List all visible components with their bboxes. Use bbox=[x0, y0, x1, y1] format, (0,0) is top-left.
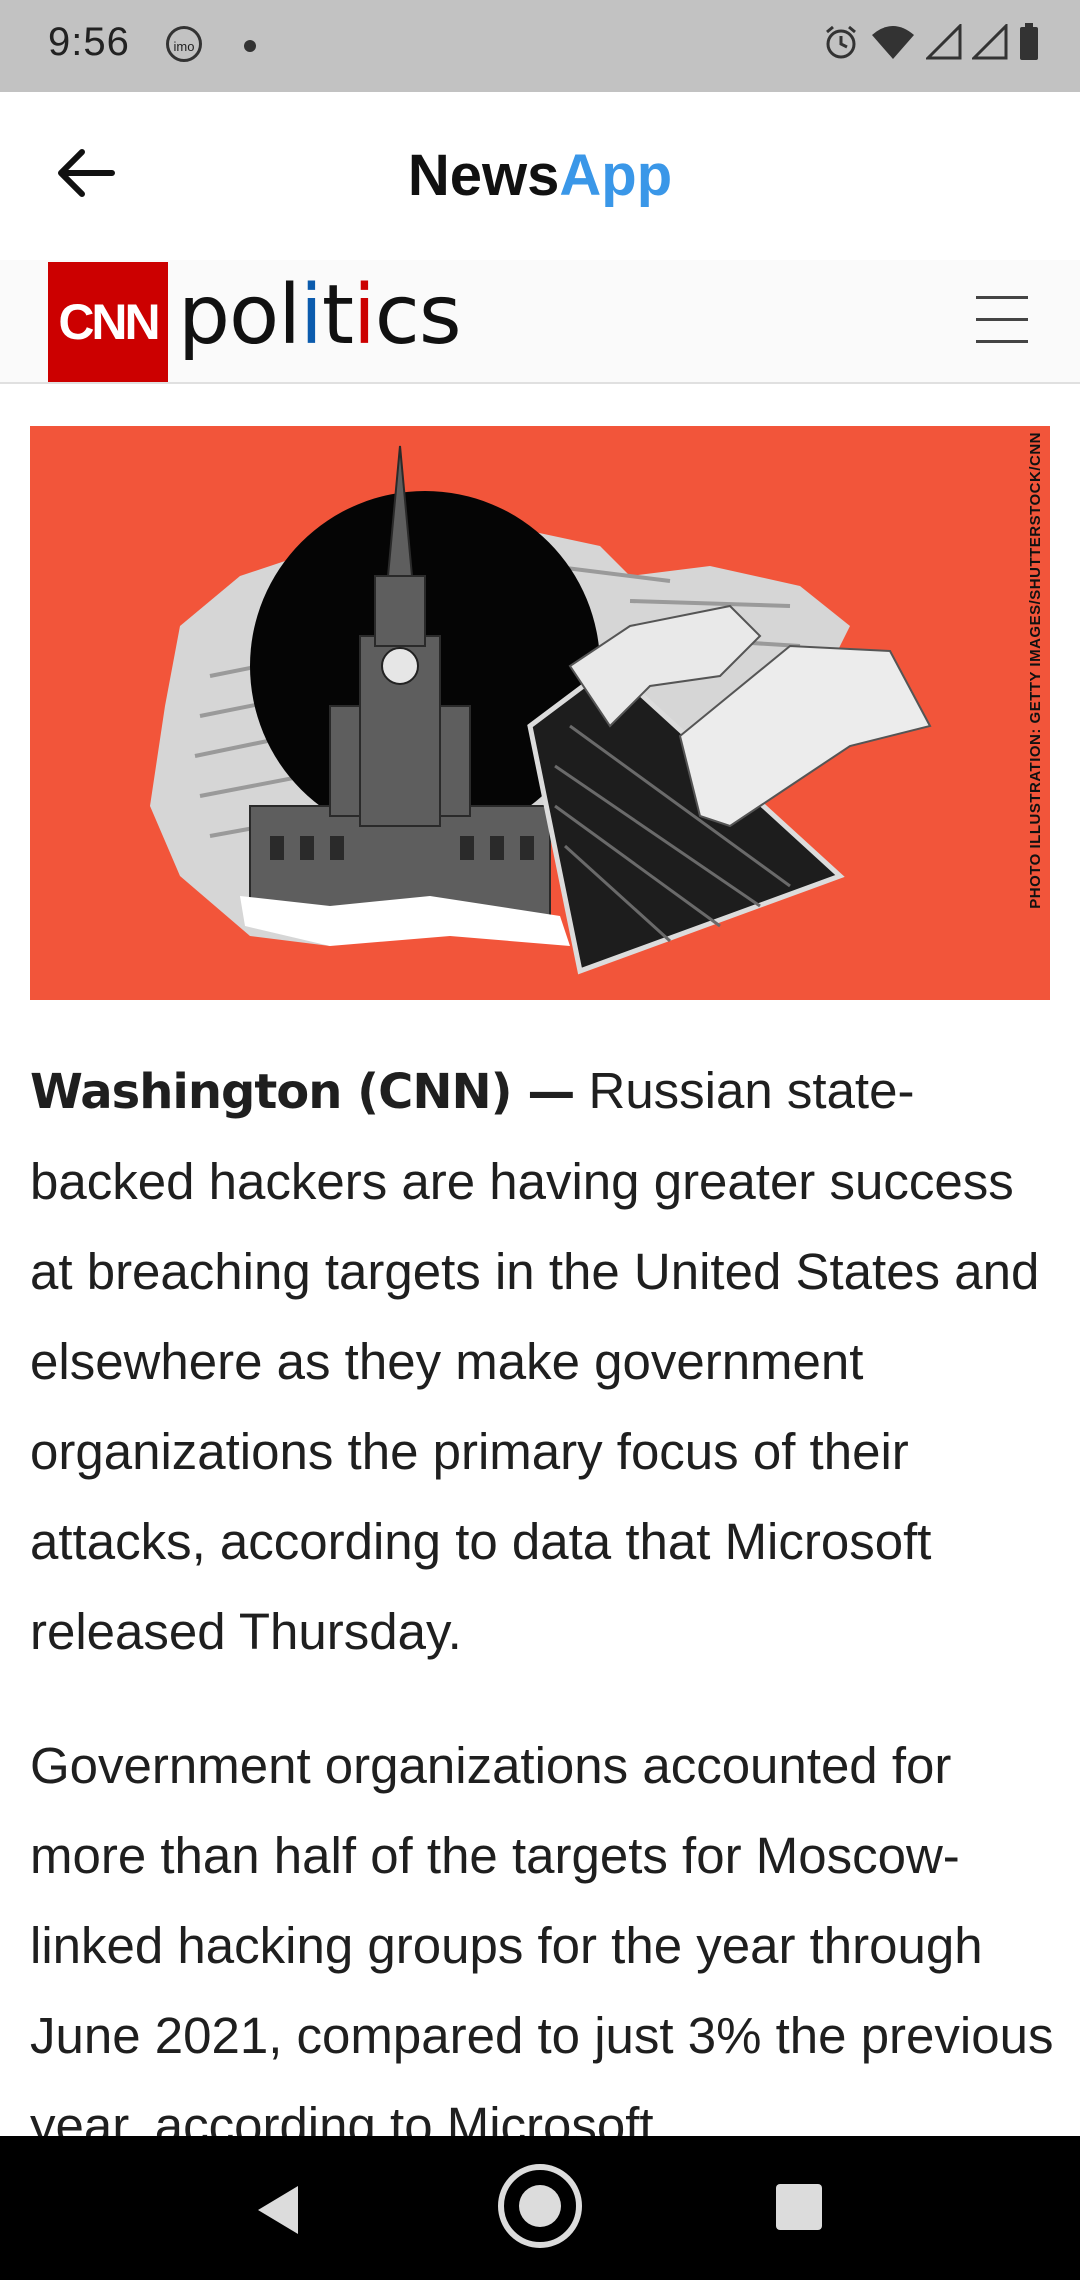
app-title-app: App bbox=[559, 143, 673, 208]
wifi-icon bbox=[872, 26, 914, 59]
app-title: NewsApp bbox=[0, 142, 1080, 209]
app-title-news: News bbox=[407, 143, 560, 208]
hero-image: PHOTO ILLUSTRATION: GETTY IMAGES/SHUTTER… bbox=[30, 426, 1050, 1000]
status-time: 9:56 bbox=[48, 20, 130, 64]
home-icon[interactable] bbox=[498, 2164, 582, 2248]
photo-credit: PHOTO ILLUSTRATION: GETTY IMAGES/SHUTTER… bbox=[1027, 432, 1044, 909]
alarm-icon bbox=[826, 25, 856, 59]
battery-icon bbox=[1020, 23, 1038, 60]
article-paragraph-text: Russian state-backed hackers are having … bbox=[30, 1062, 1040, 1660]
system-nav-bar bbox=[0, 2136, 1080, 2280]
article-paragraph: Government organizations accounted for m… bbox=[30, 1737, 1054, 2154]
section-title-part: pol bbox=[178, 268, 301, 363]
app-bar: NewsApp bbox=[0, 92, 1080, 260]
cnn-header: CNN politics bbox=[0, 260, 1080, 384]
article-body: Washington (CNN) — Russian state-backed … bbox=[30, 1046, 1060, 2215]
article-dateline: Washington (CNN) — bbox=[30, 1064, 575, 1120]
article-paragraph: Washington (CNN) — Russian state-backed … bbox=[30, 1046, 1060, 1677]
hamburger-menu-icon[interactable] bbox=[976, 296, 1028, 346]
section-title[interactable]: politics bbox=[178, 268, 462, 363]
section-title-part: cs bbox=[374, 268, 462, 363]
section-title-part: i bbox=[300, 268, 323, 363]
section-title-part: i bbox=[352, 268, 376, 363]
imo-notification-icon: imo bbox=[166, 26, 202, 62]
status-icons bbox=[822, 22, 1040, 62]
signal-icon bbox=[972, 24, 1008, 60]
cnn-logo[interactable]: CNN bbox=[48, 262, 168, 382]
hero-illustration bbox=[150, 445, 932, 975]
back-icon[interactable] bbox=[254, 2184, 304, 2236]
notification-dot-icon bbox=[244, 40, 256, 52]
status-bar: 9:56 imo bbox=[0, 0, 1080, 92]
signal-icon bbox=[926, 24, 962, 60]
recents-icon[interactable] bbox=[776, 2184, 822, 2230]
section-title-part: t bbox=[321, 268, 354, 363]
